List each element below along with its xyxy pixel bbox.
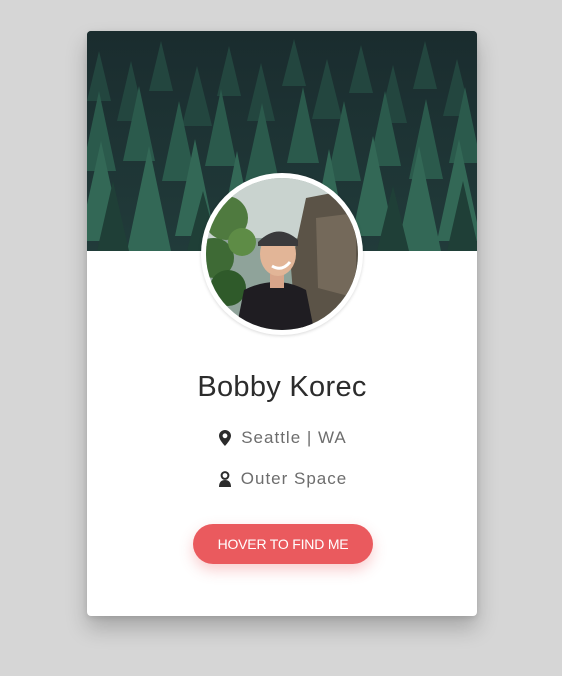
find-me-button[interactable]: HOVER TO FIND ME <box>193 524 373 564</box>
location-text: Seattle | WA <box>241 428 347 447</box>
profile-card: Bobby Korec Seattle | WA Outer Space HOV… <box>87 31 477 616</box>
profile-name: Bobby Korec <box>197 371 367 403</box>
planet-row: Outer Space <box>87 469 477 489</box>
user-badge-icon <box>217 470 233 488</box>
profile-avatar <box>201 173 363 335</box>
page-stage: Bobby Korec Seattle | WA Outer Space HOV… <box>0 0 562 676</box>
location-row: Seattle | WA <box>87 428 477 448</box>
planet-text: Outer Space <box>240 469 348 488</box>
map-pin-icon <box>217 429 233 447</box>
